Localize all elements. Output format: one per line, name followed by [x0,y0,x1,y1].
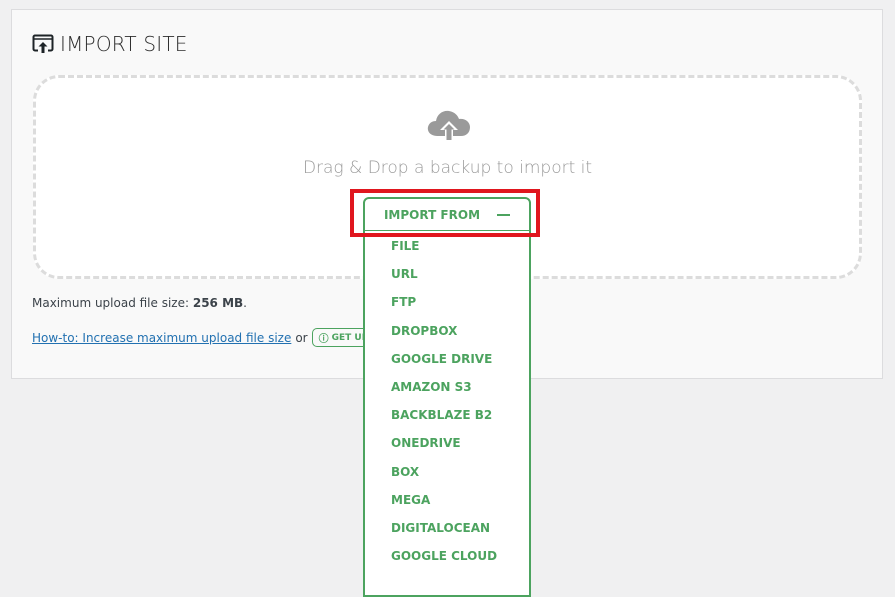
max-upload-label: Maximum upload file size: [32,296,193,310]
max-upload-suffix: . [243,296,247,310]
import-from-dropdown: IMPORT FROM FILE URL FTP DROPBOX GOOGLE … [363,197,531,597]
help-row: How-to: Increase maximum upload file siz… [32,328,388,347]
import-option-url[interactable]: URL [365,263,529,291]
import-option-google-drive[interactable]: GOOGLE DRIVE [365,348,529,376]
import-option-ftp[interactable]: FTP [365,291,529,319]
import-option-amazon-s3[interactable]: AMAZON S3 [365,376,529,404]
max-upload-size: Maximum upload file size: 256 MB. [32,296,247,310]
minus-icon[interactable] [497,214,510,216]
dropzone-text: Drag & Drop a backup to import it [302,158,593,178]
import-window-icon [32,34,54,53]
import-option-box[interactable]: BOX [365,461,529,489]
import-option-onedrive[interactable]: ONEDRIVE [365,432,529,460]
import-from-button[interactable]: IMPORT FROM [365,199,529,231]
panel-title-text: IMPORT SITE [60,32,188,56]
cloud-upload-icon [427,110,470,142]
import-option-google-cloud[interactable]: GOOGLE CLOUD [365,545,529,573]
panel-title: IMPORT SITE [32,32,188,56]
info-circle-icon: ⓘ [318,334,329,345]
import-option-dropbox[interactable]: DROPBOX [365,320,529,348]
import-from-label: IMPORT FROM [383,207,481,222]
increase-upload-size-link[interactable]: How-to: Increase maximum upload file siz… [32,331,291,345]
max-upload-value: 256 MB [192,296,244,310]
or-text: or [295,330,308,345]
import-option-backblaze-b2[interactable]: BACKBLAZE B2 [365,404,529,432]
import-option-file[interactable]: FILE [365,235,529,263]
import-option-mega[interactable]: MEGA [365,489,529,517]
import-source-list: FILE URL FTP DROPBOX GOOGLE DRIVE AMAZON… [365,231,529,573]
import-option-digitalocean[interactable]: DIGITALOCEAN [365,517,529,545]
